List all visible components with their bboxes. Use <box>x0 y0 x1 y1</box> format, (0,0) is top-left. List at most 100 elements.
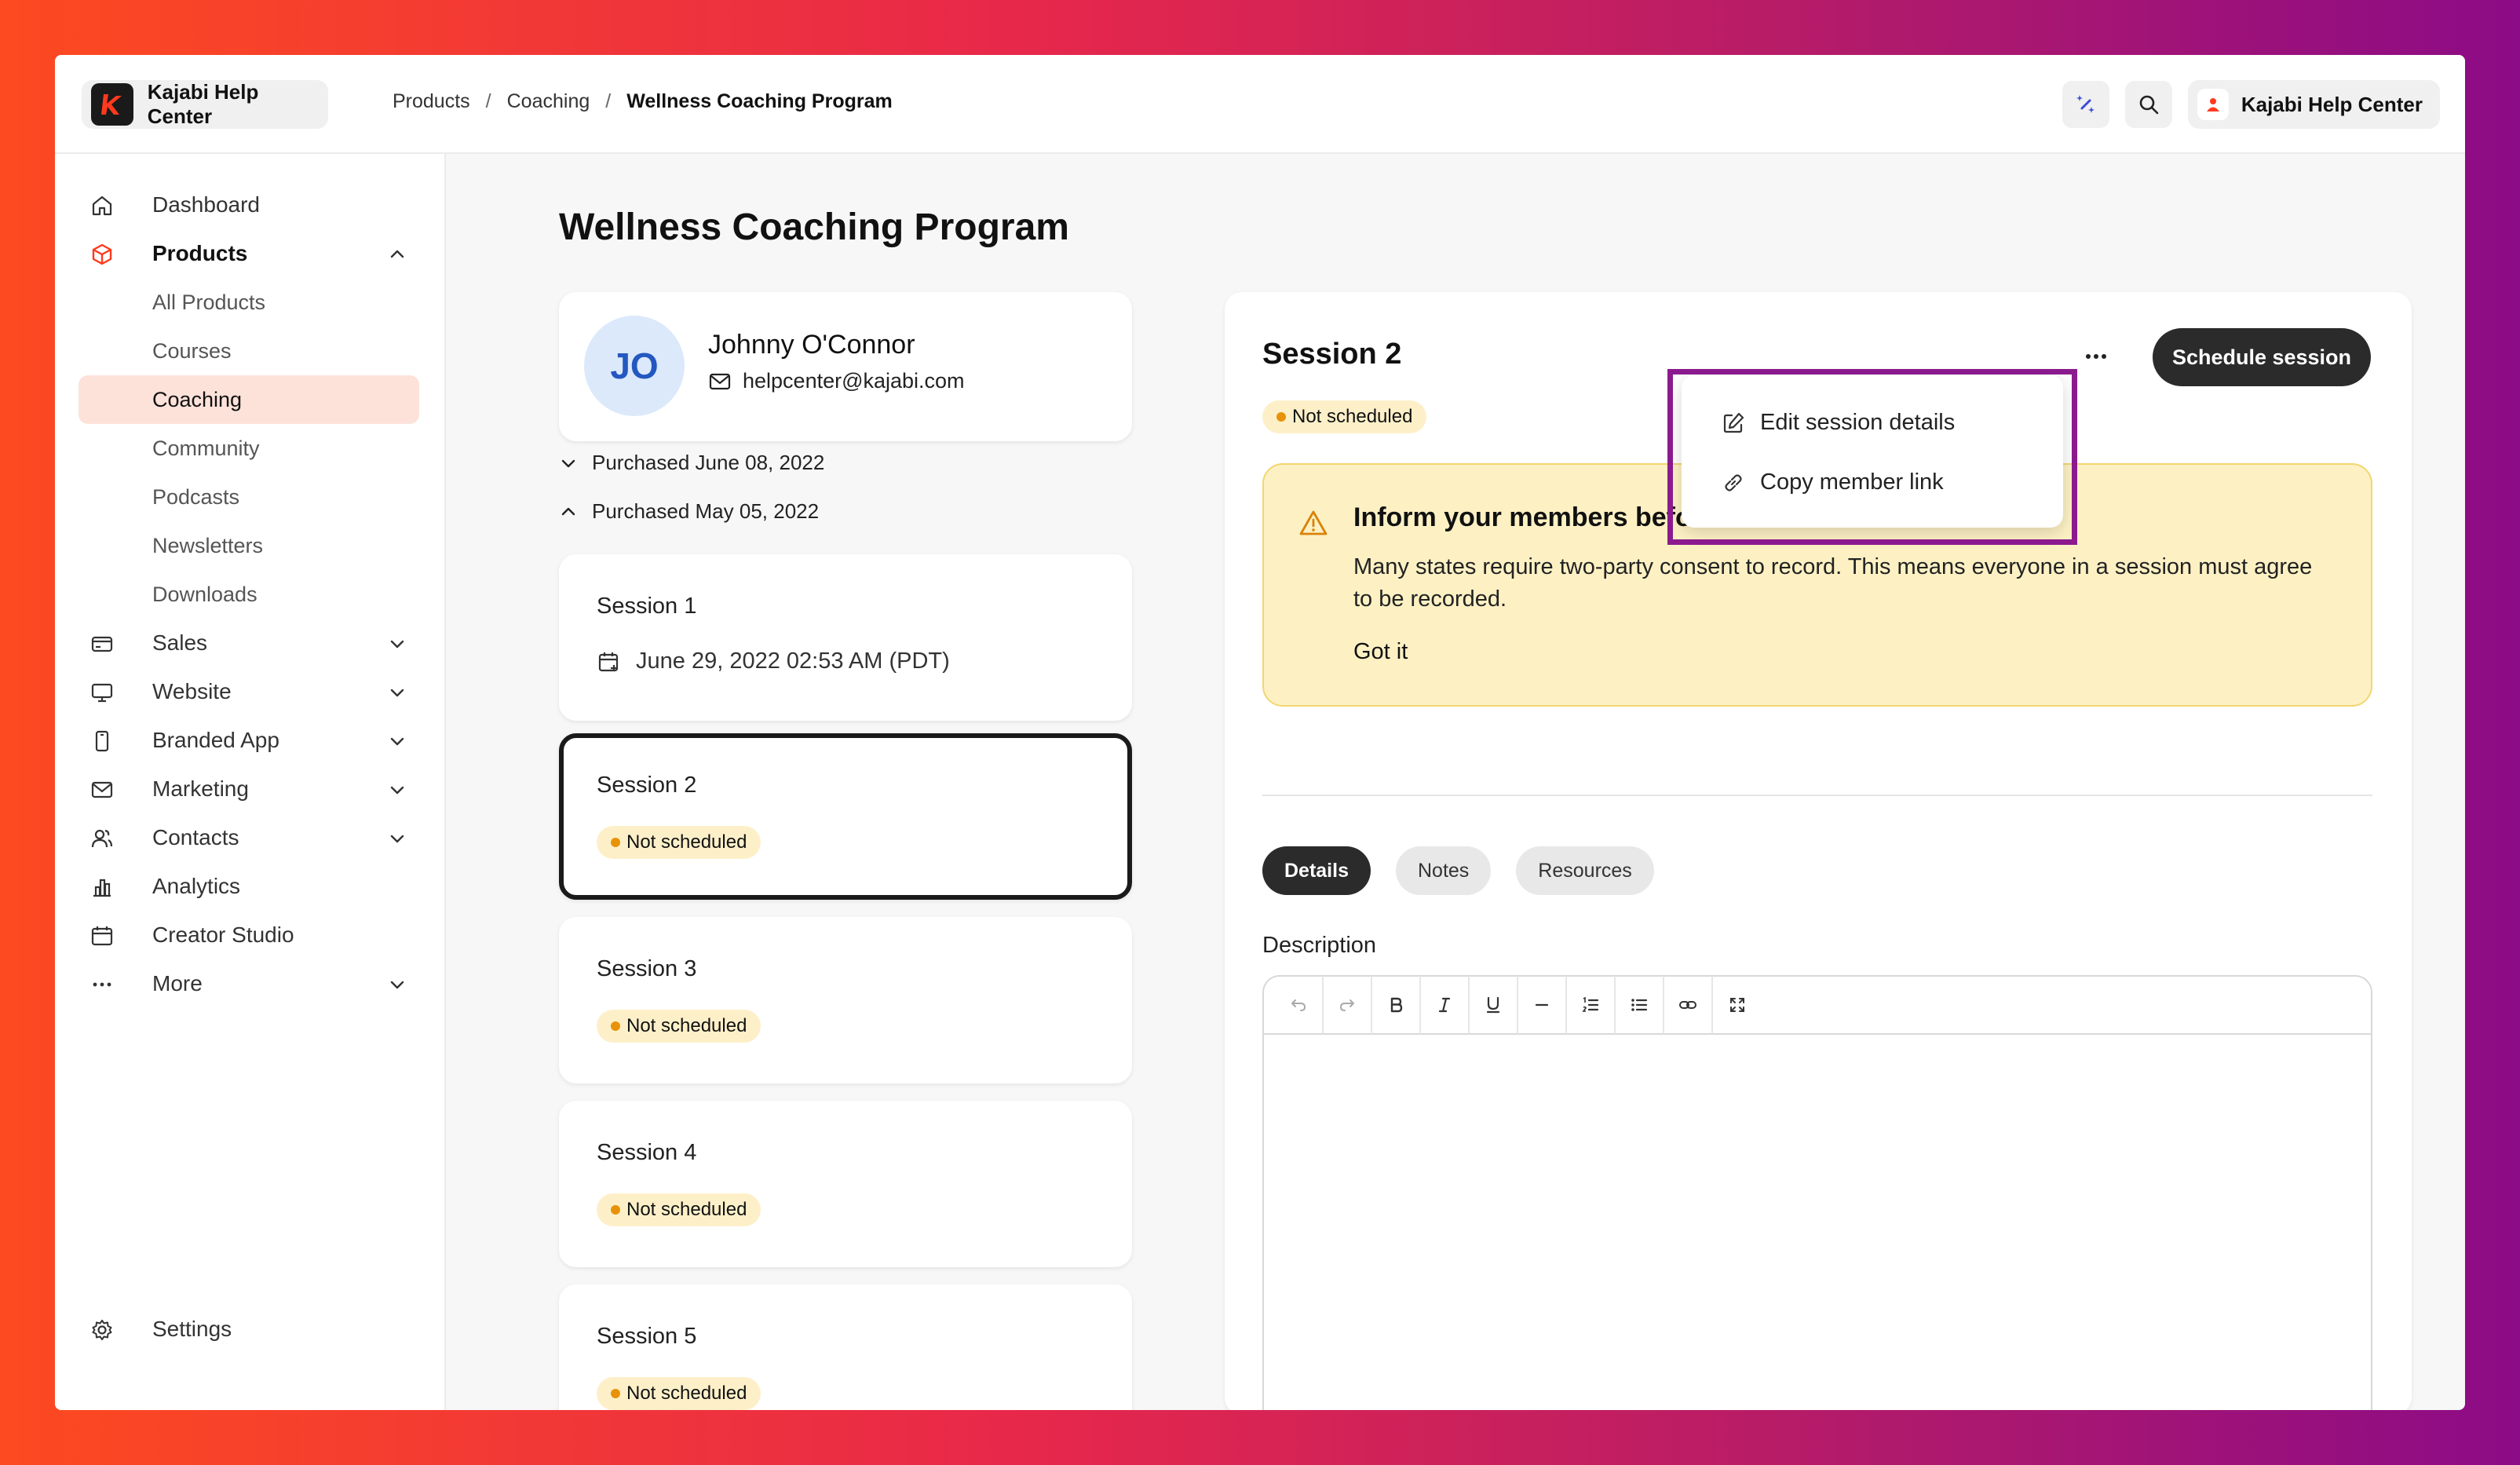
sidebar-item-dashboard[interactable]: Dashboard <box>79 181 424 229</box>
sidebar-item-label: Products <box>152 241 248 265</box>
session-card[interactable]: Session 3 Not scheduled <box>559 917 1132 1083</box>
bullet-list-button[interactable] <box>1616 976 1664 1034</box>
sidebar-subitem-podcasts[interactable]: Podcasts <box>79 473 419 521</box>
tab-details[interactable]: Details <box>1262 846 1371 895</box>
purchase-label: Purchased June 08, 2022 <box>592 451 825 474</box>
breadcrumb-coaching[interactable]: Coaching <box>507 90 590 113</box>
editor-toolbar <box>1264 976 2371 1035</box>
sidebar-item-label: Sales <box>152 630 208 655</box>
chevron-down-icon[interactable] <box>388 634 407 653</box>
breadcrumb-separator: / <box>485 90 491 112</box>
horizontal-rule-button[interactable] <box>1518 976 1567 1034</box>
status-badge: Not scheduled <box>597 1193 761 1226</box>
sidebar-subitem-newsletters[interactable]: Newsletters <box>79 521 419 570</box>
calendar-icon <box>598 652 619 671</box>
sidebar-subitem-downloads[interactable]: Downloads <box>79 570 419 619</box>
sidebar-subitem-community[interactable]: Community <box>79 424 419 473</box>
chevron-down-icon[interactable] <box>388 780 407 799</box>
italic-button[interactable] <box>1421 976 1470 1034</box>
fullscreen-icon <box>1730 998 1744 1012</box>
chevron-down-icon[interactable] <box>388 829 407 848</box>
status-text: Not scheduled <box>626 831 747 853</box>
link-button[interactable] <box>1664 976 1713 1034</box>
more-options-button[interactable] <box>2079 342 2113 371</box>
chevron-up-icon <box>561 507 575 515</box>
session-title: Session 2 <box>597 773 697 798</box>
phone-icon <box>95 730 109 752</box>
dots-icon <box>93 982 111 987</box>
sidebar-item-branded-app[interactable]: Branded App <box>79 716 424 765</box>
link-icon <box>1679 1001 1696 1009</box>
ai-assistant-button[interactable] <box>2062 81 2109 128</box>
box-icon <box>92 243 112 265</box>
session-card[interactable]: Session 4 Not scheduled <box>559 1101 1132 1267</box>
sidebar-subitem-coaching[interactable]: Coaching <box>79 375 419 424</box>
fullscreen-button[interactable] <box>1713 976 1762 1034</box>
gear-icon <box>92 1320 112 1340</box>
sidebar-item-label: Analytics <box>152 874 241 898</box>
chevron-down-icon[interactable] <box>388 975 407 994</box>
bold-button[interactable] <box>1372 976 1421 1034</box>
page-title: Wellness Coaching Program <box>559 206 1069 248</box>
underline-button[interactable] <box>1470 976 1518 1034</box>
sidebar-item-analytics[interactable]: Analytics <box>79 862 424 911</box>
sidebar-item-marketing[interactable]: Marketing <box>79 765 424 813</box>
header-actions: Kajabi Help Center <box>2062 80 2440 129</box>
horizontal-rule-icon <box>1535 1003 1549 1007</box>
bullet-list-icon <box>1631 999 1648 1011</box>
sidebar-item-website[interactable]: Website <box>79 667 424 716</box>
account-menu-button[interactable]: Kajabi Help Center <box>2187 80 2440 129</box>
sidebar-item-more[interactable]: More <box>79 959 424 1008</box>
session-date-text: June 29, 2022 02:53 AM (PDT) <box>636 648 950 674</box>
chevron-up-icon[interactable] <box>388 245 407 264</box>
sidebar-item-creator-studio[interactable]: Creator Studio <box>79 911 424 959</box>
purchase-toggle[interactable]: Purchased June 08, 2022 <box>559 451 824 475</box>
purchase-toggle[interactable]: Purchased May 05, 2022 <box>559 499 819 524</box>
got-it-button[interactable]: Got it <box>1353 639 1408 665</box>
sidebar-item-label: Creator Studio <box>152 922 294 947</box>
highlight-box <box>1667 369 2077 545</box>
sidebar-item-sales[interactable]: Sales <box>79 619 424 667</box>
avatar: JO <box>584 316 685 416</box>
sidebar-item-label: Website <box>152 679 232 703</box>
chevron-down-icon[interactable] <box>388 683 407 702</box>
tab-notes[interactable]: Notes <box>1395 846 1492 895</box>
underline-icon <box>1486 996 1500 1014</box>
session-card[interactable]: Session 5 Not scheduled <box>559 1284 1132 1410</box>
breadcrumb-current: Wellness Coaching Program <box>626 90 893 112</box>
breadcrumb: Products / Coaching / Wellness Coaching … <box>393 90 893 113</box>
sidebar-item-settings[interactable]: Settings <box>79 1305 424 1354</box>
sidebar-item-label: Branded App <box>152 728 279 752</box>
sidebar-subitem-all-products[interactable]: All Products <box>79 278 419 327</box>
sidebar: Dashboard Products All Products Courses … <box>55 154 446 1410</box>
member-email: helpcenter@kajabi.com <box>708 369 965 393</box>
status-text: Not scheduled <box>1292 406 1413 427</box>
search-button[interactable] <box>2124 81 2172 128</box>
sidebar-item-label: Contacts <box>152 825 239 849</box>
redo-button[interactable] <box>1324 976 1372 1034</box>
mail-icon <box>709 373 731 389</box>
session-card-selected[interactable]: Session 2 Not scheduled <box>559 733 1132 900</box>
ordered-list-button[interactable] <box>1567 976 1616 1034</box>
session-title: Session 5 <box>597 1324 697 1349</box>
breadcrumb-products[interactable]: Products <box>393 90 470 113</box>
card-icon <box>91 636 113 652</box>
undo-button[interactable] <box>1275 976 1324 1034</box>
description-editor[interactable] <box>1262 975 2372 1410</box>
session-card[interactable]: Session 1 June 29, 2022 02:53 AM (PDT) <box>559 554 1132 721</box>
account-name: Kajabi Help Center <box>2241 92 2423 116</box>
status-badge: Not scheduled <box>597 1010 761 1043</box>
tab-resources[interactable]: Resources <box>1516 846 1654 895</box>
sidebar-subitem-courses[interactable]: Courses <box>79 327 419 375</box>
brand-name: Kajabi Help Center <box>147 80 259 128</box>
session-title: Session 1 <box>597 594 697 619</box>
main-content: Wellness Coaching Program JO Johnny O'Co… <box>446 154 2465 1410</box>
sidebar-item-label: More <box>152 971 203 996</box>
home-icon <box>92 195 112 216</box>
schedule-session-button[interactable]: Schedule session <box>2153 328 2371 386</box>
sidebar-item-contacts[interactable]: Contacts <box>79 813 424 862</box>
chevron-down-icon[interactable] <box>388 732 407 751</box>
divider <box>1262 795 2372 796</box>
brand-switcher[interactable]: Kajabi Help Center <box>82 80 328 129</box>
sidebar-item-products[interactable]: Products <box>79 229 424 278</box>
